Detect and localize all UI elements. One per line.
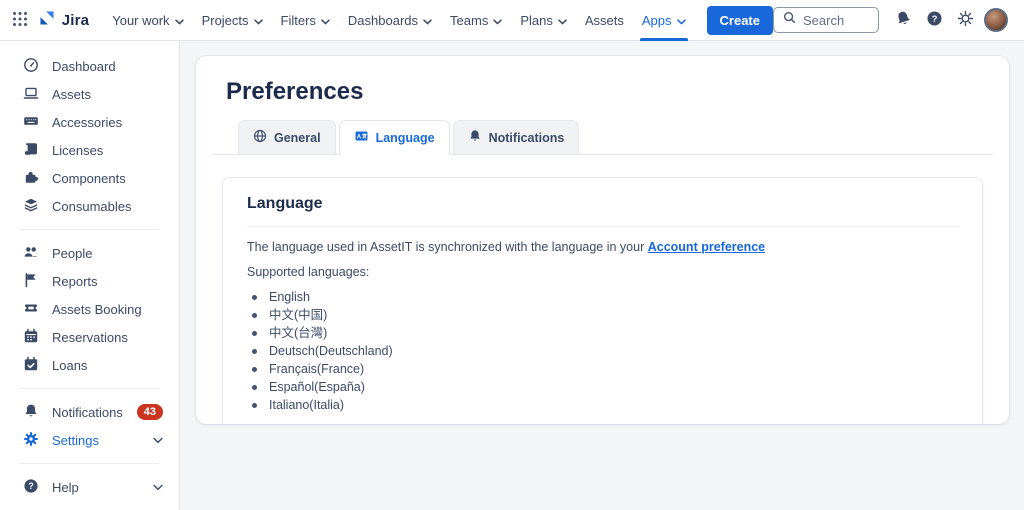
bell-icon <box>895 10 912 30</box>
sidebar-item-help[interactable]: ? Help <box>0 473 179 501</box>
language-list-item: 中文(台灣) <box>247 324 958 342</box>
jira-logo-icon <box>38 9 56 32</box>
gauge-icon <box>23 57 39 76</box>
laptop-icon <box>23 85 39 104</box>
tab-notifications[interactable]: Notifications <box>452 120 580 154</box>
nav-item-projects[interactable]: Projects <box>193 0 272 41</box>
language-list-item: Deutsch(Deutschland) <box>247 342 958 360</box>
search-input[interactable] <box>802 12 869 28</box>
language-list-item: Français(France) <box>247 360 958 378</box>
grid-icon <box>12 11 28 30</box>
chevron-down-icon <box>558 13 567 28</box>
global-search[interactable] <box>772 7 879 33</box>
chevron-down-icon <box>174 13 184 28</box>
jira-home-link[interactable]: Jira <box>38 9 90 32</box>
sidebar-item-dashboard[interactable]: Dashboard <box>0 52 179 80</box>
topbar-actions: ? <box>889 6 1010 34</box>
primary-nav: Your work Projects Filters Dashboards Te… <box>103 0 694 41</box>
main-content: Preferences General A Language Notificat… <box>180 41 1024 510</box>
help-button[interactable]: ? <box>920 6 948 34</box>
flag-icon <box>23 272 39 291</box>
app-shell: Dashboard Assets Accessories Licenses Co… <box>0 41 1024 510</box>
preferences-tabs: General A Language Notifications <box>212 120 993 155</box>
gear-icon <box>23 431 39 450</box>
svg-text:A: A <box>356 133 361 140</box>
sidebar-item-reports[interactable]: Reports <box>0 267 179 295</box>
notifications-count-badge: 43 <box>136 404 163 420</box>
bell-icon <box>468 129 482 146</box>
assetit-sidebar: Dashboard Assets Accessories Licenses Co… <box>0 41 180 510</box>
search-icon <box>783 11 796 29</box>
sidebar-item-notifications[interactable]: Notifications 43 <box>0 398 179 426</box>
tab-general[interactable]: General <box>238 120 336 154</box>
chevron-down-icon <box>676 13 686 28</box>
chevron-down-icon <box>321 13 330 28</box>
nav-item-dashboards[interactable]: Dashboards <box>339 0 441 41</box>
account-preference-link[interactable]: Account preference <box>648 240 765 254</box>
tab-language[interactable]: A Language <box>338 120 450 155</box>
nav-item-filters[interactable]: Filters <box>272 0 339 41</box>
gear-icon <box>957 10 974 30</box>
sidebar-item-settings[interactable]: Settings <box>0 426 179 454</box>
nav-item-apps[interactable]: Apps <box>633 0 695 41</box>
sidebar-item-loans[interactable]: Loans <box>0 351 179 379</box>
sidebar-item-consumables[interactable]: Consumables <box>0 192 179 220</box>
help-icon: ? <box>926 10 943 30</box>
globe-icon <box>253 129 267 146</box>
layers-icon <box>23 197 39 216</box>
sync-description: The language used in AssetIT is synchron… <box>247 240 766 254</box>
chevron-down-icon <box>153 484 163 491</box>
notifications-button[interactable] <box>889 6 917 34</box>
svg-text:?: ? <box>28 481 34 491</box>
chevron-down-icon <box>153 437 163 444</box>
calendar-check-icon <box>23 356 39 375</box>
ticket-icon <box>23 300 39 319</box>
calendar-icon <box>23 328 39 347</box>
help-icon: ? <box>23 478 39 497</box>
language-list-item: Español(España) <box>247 378 958 396</box>
app-switcher-button[interactable] <box>10 6 30 34</box>
language-card: Language The language used in AssetIT is… <box>222 177 983 424</box>
language-list-item: English <box>247 288 958 306</box>
sidebar-item-components[interactable]: Components <box>0 164 179 192</box>
language-list: English 中文(中国) 中文(台灣) Deutsch(Deutschlan… <box>247 288 958 414</box>
nav-item-teams[interactable]: Teams <box>441 0 511 41</box>
sidebar-item-people[interactable]: People <box>0 239 179 267</box>
language-list-item: Italiano(Italia) <box>247 396 958 414</box>
profile-button[interactable] <box>982 6 1010 34</box>
translate-icon: A <box>354 129 369 146</box>
sidebar-item-assets[interactable]: Assets <box>0 80 179 108</box>
create-button[interactable]: Create <box>706 5 773 35</box>
nav-item-plans[interactable]: Plans <box>511 0 576 41</box>
sidebar-divider <box>20 229 159 230</box>
keyboard-icon <box>23 113 39 132</box>
bell-icon <box>23 403 39 422</box>
chevron-down-icon <box>493 13 503 28</box>
sidebar-item-accessories[interactable]: Accessories <box>0 108 179 136</box>
card-title: Language <box>247 195 323 212</box>
nav-item-your-work[interactable]: Your work <box>103 0 192 41</box>
svg-text:?: ? <box>931 14 937 25</box>
sidebar-divider <box>20 463 159 464</box>
chevron-down-icon <box>423 13 432 28</box>
sidebar-item-reservations[interactable]: Reservations <box>0 323 179 351</box>
chevron-down-icon <box>253 13 263 28</box>
top-navigation-bar: Jira Your work Projects Filters Dashboar… <box>0 0 1024 41</box>
page-title: Preferences <box>226 78 364 105</box>
sidebar-divider <box>20 388 159 389</box>
puzzle-icon <box>23 169 39 188</box>
language-list-item: 中文(中国) <box>247 306 958 324</box>
sidebar-item-assets-booking[interactable]: Assets Booking <box>0 295 179 323</box>
preferences-panel: Preferences General A Language Notificat… <box>196 56 1009 424</box>
license-icon <box>23 141 39 160</box>
nav-item-assets[interactable]: Assets <box>576 0 633 41</box>
brand-name: Jira <box>61 11 90 29</box>
card-divider <box>247 226 958 227</box>
settings-button[interactable] <box>951 6 979 34</box>
supported-languages-label: Supported languages: <box>247 265 370 279</box>
sidebar-item-licenses[interactable]: Licenses <box>0 136 179 164</box>
people-icon <box>23 244 39 263</box>
avatar <box>984 8 1008 32</box>
